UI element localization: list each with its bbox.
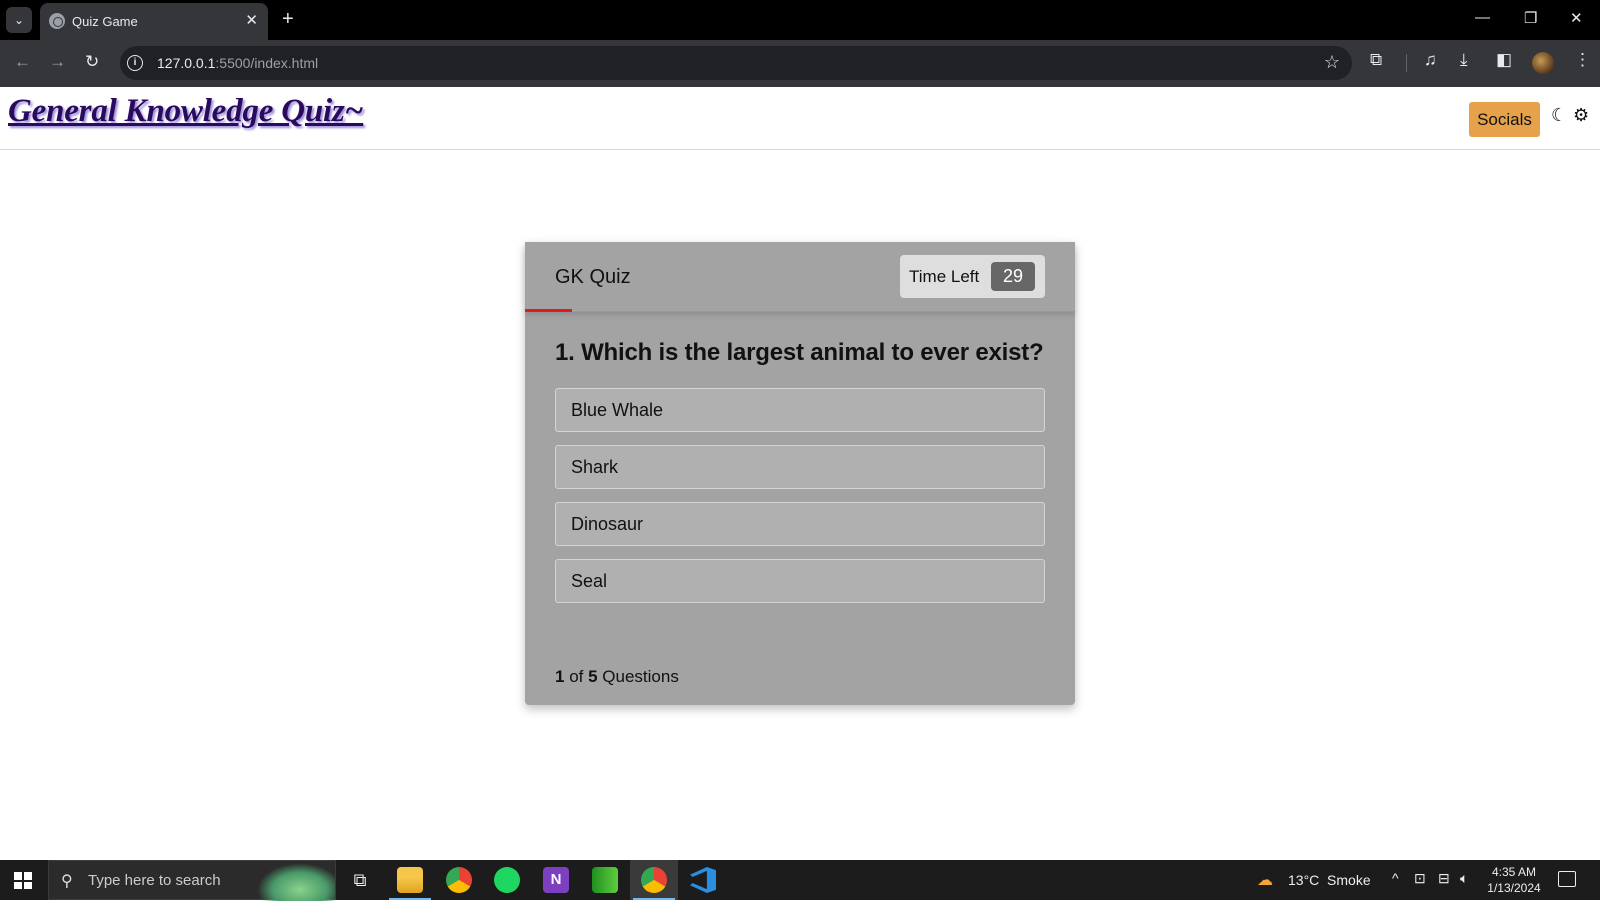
minimize-button[interactable]: — (1475, 9, 1490, 26)
network-icon[interactable]: ⊟ (1438, 870, 1450, 887)
chrome-active-icon[interactable] (633, 867, 675, 900)
option-shark[interactable]: Shark (555, 445, 1045, 489)
search-placeholder: Type here to search (88, 872, 221, 889)
media-control-icon[interactable]: ♫ (1424, 50, 1437, 70)
browser-tab-bar: ⌄ Quiz Game ✕ + — ❐ ✕ (0, 0, 1600, 40)
globe-icon (49, 13, 65, 29)
gear-icon[interactable]: ⚙ (1573, 105, 1589, 126)
timer-box: Time Left 29 (900, 255, 1045, 298)
new-tab-button[interactable]: + (282, 8, 294, 30)
search-highlight-image (257, 863, 335, 901)
notifications-icon[interactable] (1558, 871, 1576, 887)
onenote-icon[interactable]: N (543, 867, 569, 893)
spotify-icon[interactable] (494, 867, 520, 893)
taskbar: ⚲ Type here to search ⧉ N ☁ 13°C Smoke ^… (0, 860, 1600, 901)
counter-of: of (564, 667, 589, 686)
back-icon[interactable]: ← (14, 52, 31, 72)
timer-value: 29 (991, 262, 1035, 291)
option-blue-whale[interactable]: Blue Whale (555, 388, 1045, 432)
vscode-icon[interactable] (690, 867, 716, 893)
taskbar-search[interactable]: ⚲ Type here to search (48, 860, 336, 901)
close-window-button[interactable]: ✕ (1570, 9, 1583, 27)
profile-avatar[interactable] (1532, 52, 1554, 74)
counter-suffix: Questions (597, 667, 679, 686)
clock[interactable]: 4:35 AM 1/13/2024 (1483, 864, 1545, 896)
counter-total: 5 (588, 667, 598, 686)
tab-title: Quiz Game (72, 14, 138, 29)
timer-label: Time Left (909, 267, 980, 286)
clock-time: 4:35 AM (1491, 865, 1537, 879)
browser-tab[interactable]: Quiz Game ✕ (40, 3, 268, 40)
more-menu-icon[interactable]: ⋮ (1574, 50, 1591, 70)
browser-toolbar: ← → ↻ i 127.0.0.1:5500/index.html ☆ ⧉ ♫ … (0, 40, 1600, 87)
downloads-icon[interactable]: ⤓ (1460, 50, 1468, 70)
search-icon: ⚲ (61, 873, 73, 890)
quiz-card: GK Quiz Time Left 29 1. Which is the lar… (525, 242, 1075, 705)
weather-icon: ☁ (1257, 872, 1273, 889)
question-counter: 1 of 5 Questions (555, 667, 679, 687)
site-info-icon[interactable]: i (127, 55, 143, 71)
time-progress-line (525, 309, 572, 312)
task-view-icon[interactable]: ⧉ (347, 867, 373, 893)
quiz-title: GK Quiz (555, 266, 631, 288)
reload-icon[interactable]: ↻ (85, 52, 99, 72)
close-tab-icon[interactable]: ✕ (245, 11, 258, 29)
moon-icon[interactable]: ☾ (1551, 105, 1567, 126)
forward-icon[interactable]: → (49, 52, 66, 72)
bookmark-star-icon[interactable]: ☆ (1324, 52, 1340, 73)
clock-date: 1/13/2024 (1487, 881, 1541, 895)
socials-button[interactable]: Socials (1469, 102, 1540, 137)
tab-search-button[interactable]: ⌄ (6, 7, 32, 33)
volume-icon[interactable]: 🔈︎ (1460, 870, 1468, 887)
weather-text[interactable]: 13°C Smoke (1288, 872, 1371, 888)
web-page: General Knowledge Quiz~ Socials ☾ ⚙ GK Q… (0, 87, 1600, 860)
option-dinosaur[interactable]: Dinosaur (555, 502, 1045, 546)
site-header: General Knowledge Quiz~ Socials ☾ ⚙ (0, 87, 1600, 150)
extensions-icon[interactable]: ⧉ (1370, 50, 1382, 70)
restore-button[interactable]: ❐ (1524, 9, 1537, 27)
show-hidden-icons-icon[interactable]: ^ (1392, 870, 1399, 886)
windows-start-icon[interactable] (14, 872, 32, 889)
chrome-icon[interactable] (446, 867, 472, 893)
quiz-header: GK Quiz Time Left 29 (525, 242, 1075, 312)
toolbar-divider (1406, 54, 1407, 72)
question-text: 1. Which is the largest animal to ever e… (555, 339, 1044, 366)
address-bar[interactable]: i 127.0.0.1:5500/index.html ☆ (120, 46, 1352, 80)
spreadsheet-app-icon[interactable] (592, 867, 618, 893)
site-title: General Knowledge Quiz~ (8, 93, 364, 129)
file-explorer-icon[interactable] (389, 867, 431, 900)
url-text[interactable]: 127.0.0.1:5500/index.html (157, 55, 318, 71)
side-panel-icon[interactable]: ◧ (1496, 50, 1512, 70)
option-seal[interactable]: Seal (555, 559, 1045, 603)
security-icon[interactable]: ⊡ (1414, 870, 1426, 887)
